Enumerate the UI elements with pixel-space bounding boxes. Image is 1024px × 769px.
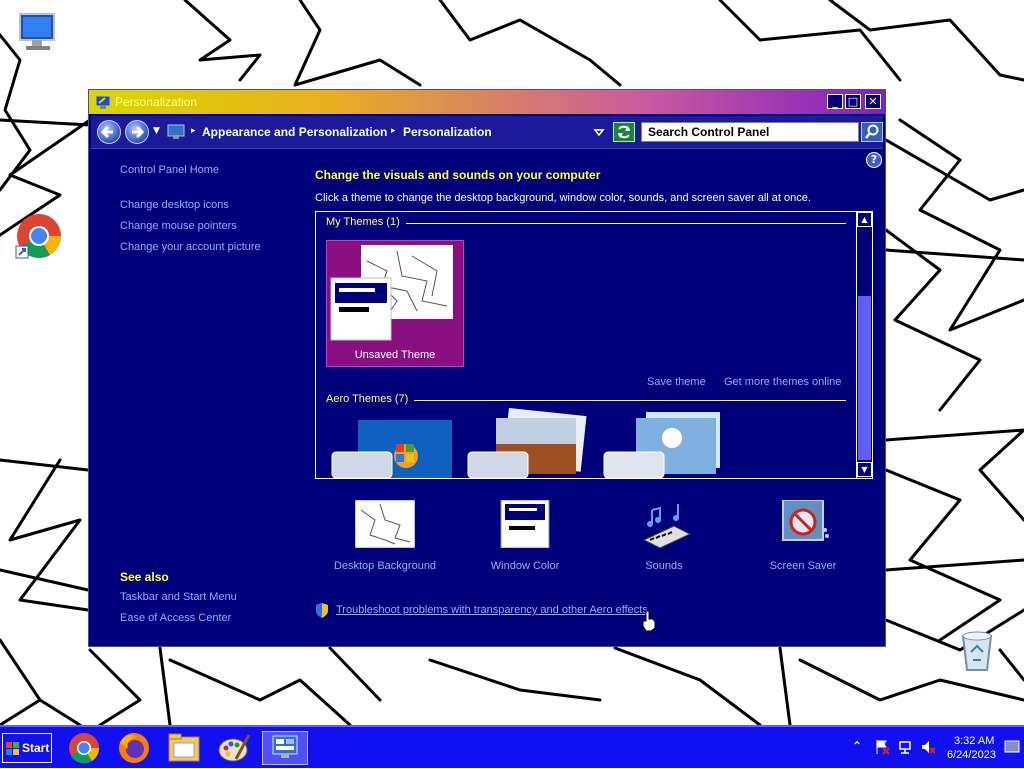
control-panel-icon <box>167 124 185 139</box>
desktop-background-button[interactable]: Desktop Background <box>325 498 445 578</box>
control-panel-icon <box>272 735 298 758</box>
refresh-button[interactable] <box>613 122 635 142</box>
window-title: Personalization <box>115 95 198 109</box>
unsaved-theme-label: Unsaved Theme <box>354 349 436 361</box>
action-center-flag-icon[interactable] <box>874 739 890 755</box>
change-account-picture-link[interactable]: Change your account picture <box>120 241 261 253</box>
clock-date[interactable]: 6/24/2023 <box>947 749 996 761</box>
theme-list-scrollbar[interactable]: ▲ ▼ <box>856 212 872 478</box>
paint-icon <box>218 734 251 762</box>
see-also-heading: See also <box>120 570 169 584</box>
search-icon <box>865 124 879 139</box>
chrome-taskbar-button[interactable] <box>66 731 102 765</box>
show-desktop-icon[interactable] <box>1004 739 1020 755</box>
page-title: Change the visuals and sounds on your co… <box>315 168 601 182</box>
show-hidden-icons-icon[interactable]: ⌃ <box>852 739 868 755</box>
computer-icon[interactable] <box>14 8 62 56</box>
scroll-up-button[interactable]: ▲ <box>857 212 872 227</box>
page-description: Click a theme to change the desktop back… <box>315 192 811 204</box>
aero-theme-landscapes-thumb[interactable] <box>466 408 590 478</box>
control-panel-home-link[interactable]: Control Panel Home <box>120 164 219 176</box>
window-color-icon <box>500 500 550 548</box>
breadcrumb-appearance[interactable]: Appearance and Personalization <box>202 125 387 139</box>
close-button[interactable]: ✕ <box>865 94 881 109</box>
screen-saver-label: Screen Saver <box>769 560 837 572</box>
firefox-icon <box>119 733 149 763</box>
taskbar: Start ⌃ 3:32 AM 6/24/2023 <box>0 725 1024 768</box>
sounds-icon <box>642 504 692 548</box>
group-divider <box>406 223 846 224</box>
aero-theme-windows7-thumb[interactable] <box>330 418 454 478</box>
uac-shield-icon <box>316 603 328 618</box>
breadcrumb-personalization[interactable]: Personalization <box>403 125 492 139</box>
aero-themes-group-label: Aero Themes (7) <box>326 393 415 405</box>
screen-saver-button[interactable]: Screen Saver <box>743 498 863 578</box>
desktop-background-label: Desktop Background <box>333 560 437 572</box>
start-button[interactable]: Start <box>2 733 52 763</box>
unsaved-theme-preview <box>330 245 453 341</box>
paint-taskbar-button[interactable] <box>216 731 252 765</box>
aero-theme-nature-thumb[interactable] <box>602 408 726 478</box>
unsaved-theme-tile[interactable]: Unsaved Theme <box>326 240 464 367</box>
save-theme-link[interactable]: Save theme <box>647 376 706 388</box>
address-bar: ▼ ▸ Appearance and Personalization ▸ Per… <box>91 116 883 149</box>
change-mouse-pointers-link[interactable]: Change mouse pointers <box>120 220 237 232</box>
breadcrumb-separator-icon: ▸ <box>191 126 196 136</box>
breadcrumb-separator-icon[interactable]: ▸ <box>391 126 396 136</box>
volume-muted-icon[interactable] <box>920 739 936 755</box>
scroll-down-button[interactable]: ▼ <box>857 462 872 477</box>
ease-of-access-link[interactable]: Ease of Access Center <box>120 612 231 624</box>
arrow-right-icon <box>132 125 145 139</box>
troubleshoot-aero-link[interactable]: Troubleshoot problems with transparency … <box>336 604 648 616</box>
my-themes-group-label: My Themes (1) <box>326 216 406 228</box>
network-icon[interactable] <box>898 739 914 755</box>
window-color-label: Window Color <box>490 560 560 572</box>
personalization-icon <box>95 95 111 109</box>
file-explorer-icon <box>168 733 200 762</box>
title-bar[interactable]: Personalization _ □ ✕ <box>89 90 885 114</box>
chrome-desktop-icon[interactable] <box>14 212 62 260</box>
search-button[interactable] <box>861 122 883 142</box>
search-input[interactable]: Search Control Panel <box>641 122 859 142</box>
file-explorer-taskbar-button[interactable] <box>166 731 202 765</box>
windows-logo-icon <box>6 742 19 755</box>
recycle-bin-icon[interactable] <box>955 626 1003 674</box>
firefox-taskbar-button[interactable] <box>116 731 152 765</box>
chrome-icon <box>69 733 100 764</box>
sounds-button[interactable]: Sounds <box>604 498 724 578</box>
change-desktop-icons-link[interactable]: Change desktop icons <box>120 199 229 211</box>
address-dropdown-icon[interactable] <box>593 126 605 138</box>
arrow-left-icon <box>100 125 113 139</box>
minimize-button[interactable]: _ <box>827 94 843 109</box>
window-color-button[interactable]: Window Color <box>465 498 585 578</box>
taskbar-start-menu-link[interactable]: Taskbar and Start Menu <box>120 591 237 603</box>
scrollbar-thumb[interactable] <box>858 296 871 460</box>
history-dropdown-icon[interactable]: ▼ <box>153 126 160 136</box>
control-panel-taskbar-button[interactable] <box>262 731 308 765</box>
maximize-button[interactable]: □ <box>845 94 861 109</box>
theme-list[interactable]: My Themes (1) Unsaved Theme Save theme G… <box>315 211 873 479</box>
screen-saver-icon <box>782 500 829 541</box>
back-button[interactable] <box>97 120 121 144</box>
personalization-window: Personalization _ □ ✕ ▼ ▸ Appearance and… <box>88 89 886 647</box>
desktop-background-icon <box>355 500 415 548</box>
sounds-label: Sounds <box>645 560 683 572</box>
group-divider <box>412 400 846 401</box>
get-more-themes-link[interactable]: Get more themes online <box>724 376 841 388</box>
clock-time[interactable]: 3:32 AM <box>954 735 994 747</box>
start-label: Start <box>22 741 50 755</box>
help-icon[interactable]: ? <box>866 152 882 168</box>
hand-cursor-icon <box>642 610 656 632</box>
refresh-icon <box>618 125 630 139</box>
forward-button[interactable] <box>125 120 149 144</box>
